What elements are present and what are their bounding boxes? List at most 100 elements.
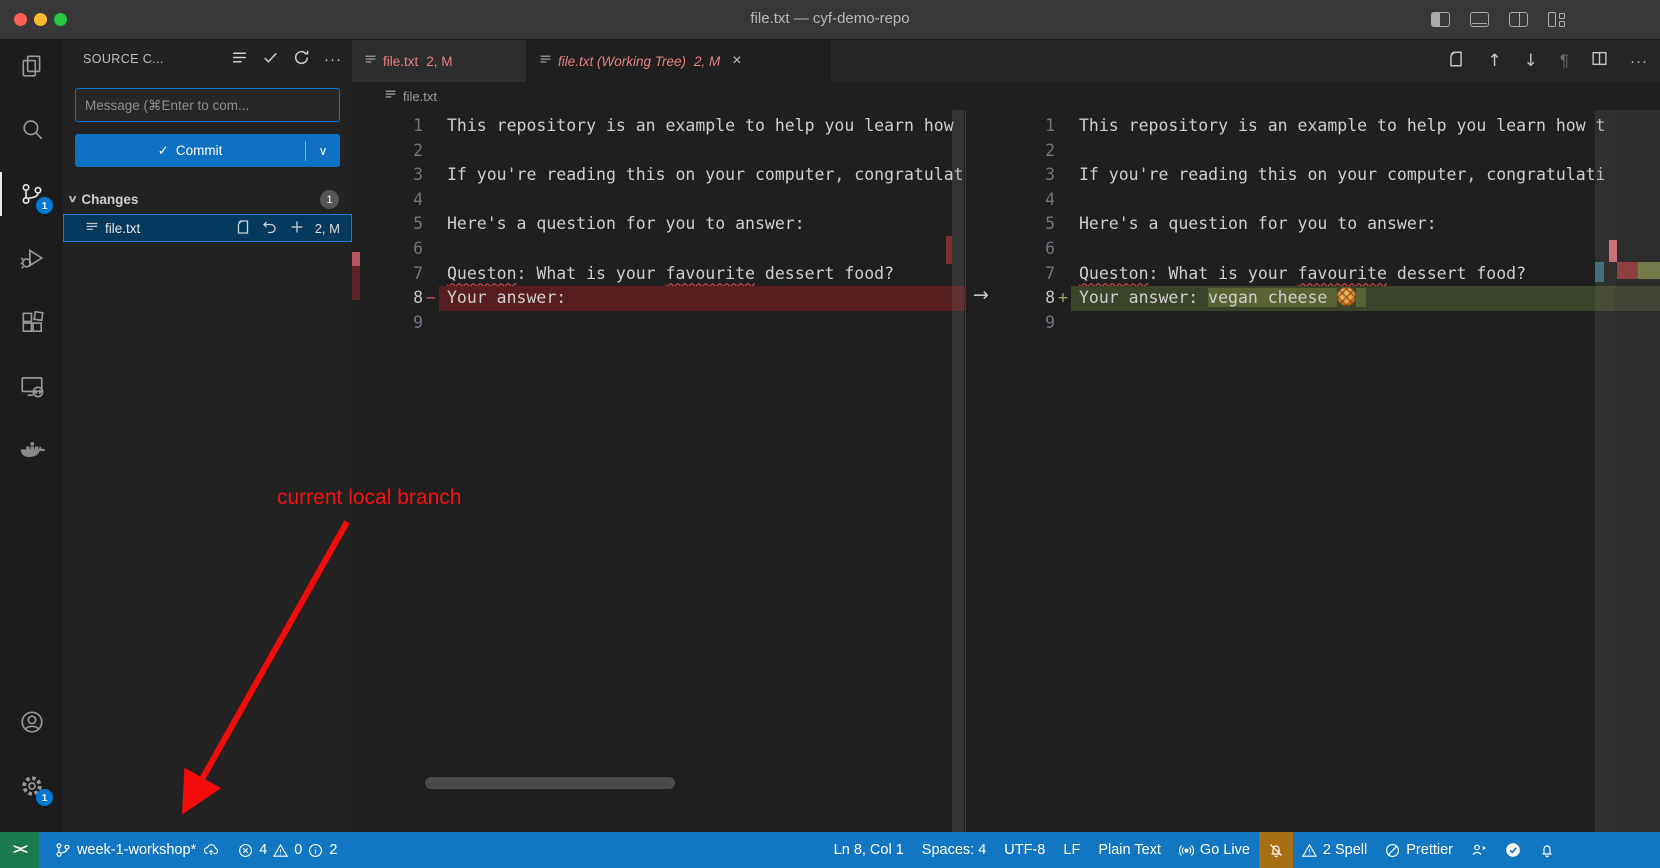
cursor-position-item[interactable]: Ln 8, Col 1 [825,832,913,868]
line-number: 8 [352,286,423,311]
left-scrollbar[interactable] [952,110,964,832]
feedback-icon[interactable] [1462,832,1496,868]
search-icon[interactable] [0,104,63,156]
sidebar-title: SOURCE C... [83,52,164,66]
commit-message-input[interactable] [75,88,340,122]
commit-dropdown-chevron[interactable]: ∨ [306,144,340,158]
language-mode-item[interactable]: Plain Text [1089,832,1170,868]
go-live-item[interactable]: Go Live [1170,832,1259,868]
code-line[interactable]: 3If you're reading this on your computer… [965,163,1660,188]
accounts-icon[interactable] [0,696,63,748]
deleted-region-mark [946,236,952,264]
branch-status-item[interactable]: week-1-workshop* [39,832,229,868]
split-editor-icon[interactable] [1591,50,1608,72]
commit-check-icon[interactable] [262,49,279,69]
open-file-icon[interactable] [235,219,251,238]
code-line[interactable]: 6 [965,237,1660,262]
compare-file-icon[interactable] [1447,50,1465,73]
toggle-sidebar-icon[interactable] [1431,12,1450,27]
diff-marker [423,163,439,188]
code-line[interactable]: 1This repository is an example to help y… [965,114,1660,139]
code-line[interactable]: 4 [352,188,965,213]
code-line[interactable]: 4 [965,188,1660,213]
code-line[interactable]: 8−Your answer: [352,286,965,311]
diff-modified-pane[interactable]: → 1This repository is an example to help… [965,110,1660,832]
code-line[interactable]: 2 [352,139,965,164]
code-line[interactable]: 9 [965,311,1660,336]
encoding-item[interactable]: UTF-8 [995,832,1054,868]
view-mode-icon[interactable] [231,49,248,69]
diff-original-pane[interactable]: 1This repository is an example to help y… [352,110,965,832]
line-number: 5 [352,212,423,237]
remote-explorer-icon[interactable] [0,360,63,412]
overview-ruler [1615,110,1660,832]
code-line[interactable]: 7Queston: What is your favourite dessert… [965,262,1660,287]
revert-change-arrow-icon[interactable]: → [973,284,989,306]
previous-change-icon[interactable]: ↑ [1487,51,1501,71]
right-scrollbar[interactable] [1595,110,1615,832]
diff-marker [423,114,439,139]
info-icon [308,843,323,858]
settings-badge: 1 [36,789,53,806]
commit-button[interactable]: ✓ Commit ∨ [75,134,340,167]
tab-file-txt[interactable]: file.txt 2, M [352,40,527,82]
diff-marker [1055,237,1071,262]
prettier-item[interactable]: Prettier [1376,832,1462,868]
line-number: 7 [965,262,1055,287]
refresh-icon[interactable] [293,49,310,69]
stage-changes-icon[interactable] [289,219,305,238]
code-line[interactable]: 5Here's a question for you to answer: [965,212,1660,237]
more-actions-icon[interactable]: ··· [324,51,342,68]
problems-status-item[interactable]: 4 0 2 [229,832,346,868]
remote-indicator[interactable]: >< [0,832,39,868]
code-line[interactable]: 9 [352,311,965,336]
discard-changes-icon[interactable] [262,219,278,238]
changes-section-header[interactable]: ∨ Changes 1 [63,186,352,213]
customize-layout-icon[interactable] [1548,12,1565,27]
pane-divider [965,110,966,832]
ruler-added-mark [1638,262,1660,279]
eol-item[interactable]: LF [1054,832,1089,868]
docker-icon[interactable] [0,424,63,476]
code-line[interactable]: 5Here's a question for you to answer: [352,212,965,237]
run-debug-icon[interactable] [0,232,63,284]
code-line[interactable]: 1This repository is an example to help y… [352,114,965,139]
tab-file-txt-working-tree[interactable]: file.txt (Working Tree) 2, M × [527,40,830,82]
breadcrumb[interactable]: file.txt [352,82,1660,110]
toggle-panel-icon[interactable] [1470,12,1489,27]
explorer-icon[interactable] [0,40,63,92]
code-line[interactable]: 3If you're reading this on your computer… [352,163,965,188]
error-icon [238,843,253,858]
diff-marker [423,237,439,262]
line-number: 1 [965,114,1055,139]
code-line[interactable]: 6 [352,237,965,262]
line-number: 6 [965,237,1055,262]
whitespace-toggle-icon[interactable]: ¶ [1560,51,1569,71]
notifications-muted-item[interactable] [1259,832,1293,868]
line-number: 5 [965,212,1055,237]
close-tab-icon[interactable]: × [732,52,741,70]
diff-marker [1055,188,1071,213]
diff-marker [423,262,439,287]
activity-bar: 1 1 [0,40,63,832]
indentation-item[interactable]: Spaces: 4 [913,832,996,868]
code-line[interactable]: 8+Your answer: vegan cheese [965,286,1660,311]
source-control-icon[interactable]: 1 [0,168,63,220]
changed-file-row[interactable]: file.txt 2, M [63,214,352,242]
check-circle-icon[interactable] [1496,832,1530,868]
extensions-icon[interactable] [0,296,63,348]
next-change-icon[interactable]: ↓ [1524,51,1538,71]
editor-toolbar: ↑ ↓ ¶ ··· [1447,40,1648,82]
spell-checker-item[interactable]: 2 Spell [1293,832,1376,868]
code-line[interactable]: 2 [965,139,1660,164]
horizontal-scrollbar[interactable] [425,777,675,789]
pie-emoji [1337,287,1356,306]
settings-gear-icon[interactable]: 1 [0,760,63,812]
code-line[interactable]: 7Queston: What is your favourite dessert… [352,262,965,287]
toggle-secondary-sidebar-icon[interactable] [1509,12,1528,27]
file-icon [364,53,377,69]
annotation-text: current local branch [277,486,461,510]
circle-slash-icon [1385,843,1400,858]
more-actions-icon[interactable]: ··· [1630,53,1648,70]
notifications-bell-icon[interactable] [1530,832,1564,868]
